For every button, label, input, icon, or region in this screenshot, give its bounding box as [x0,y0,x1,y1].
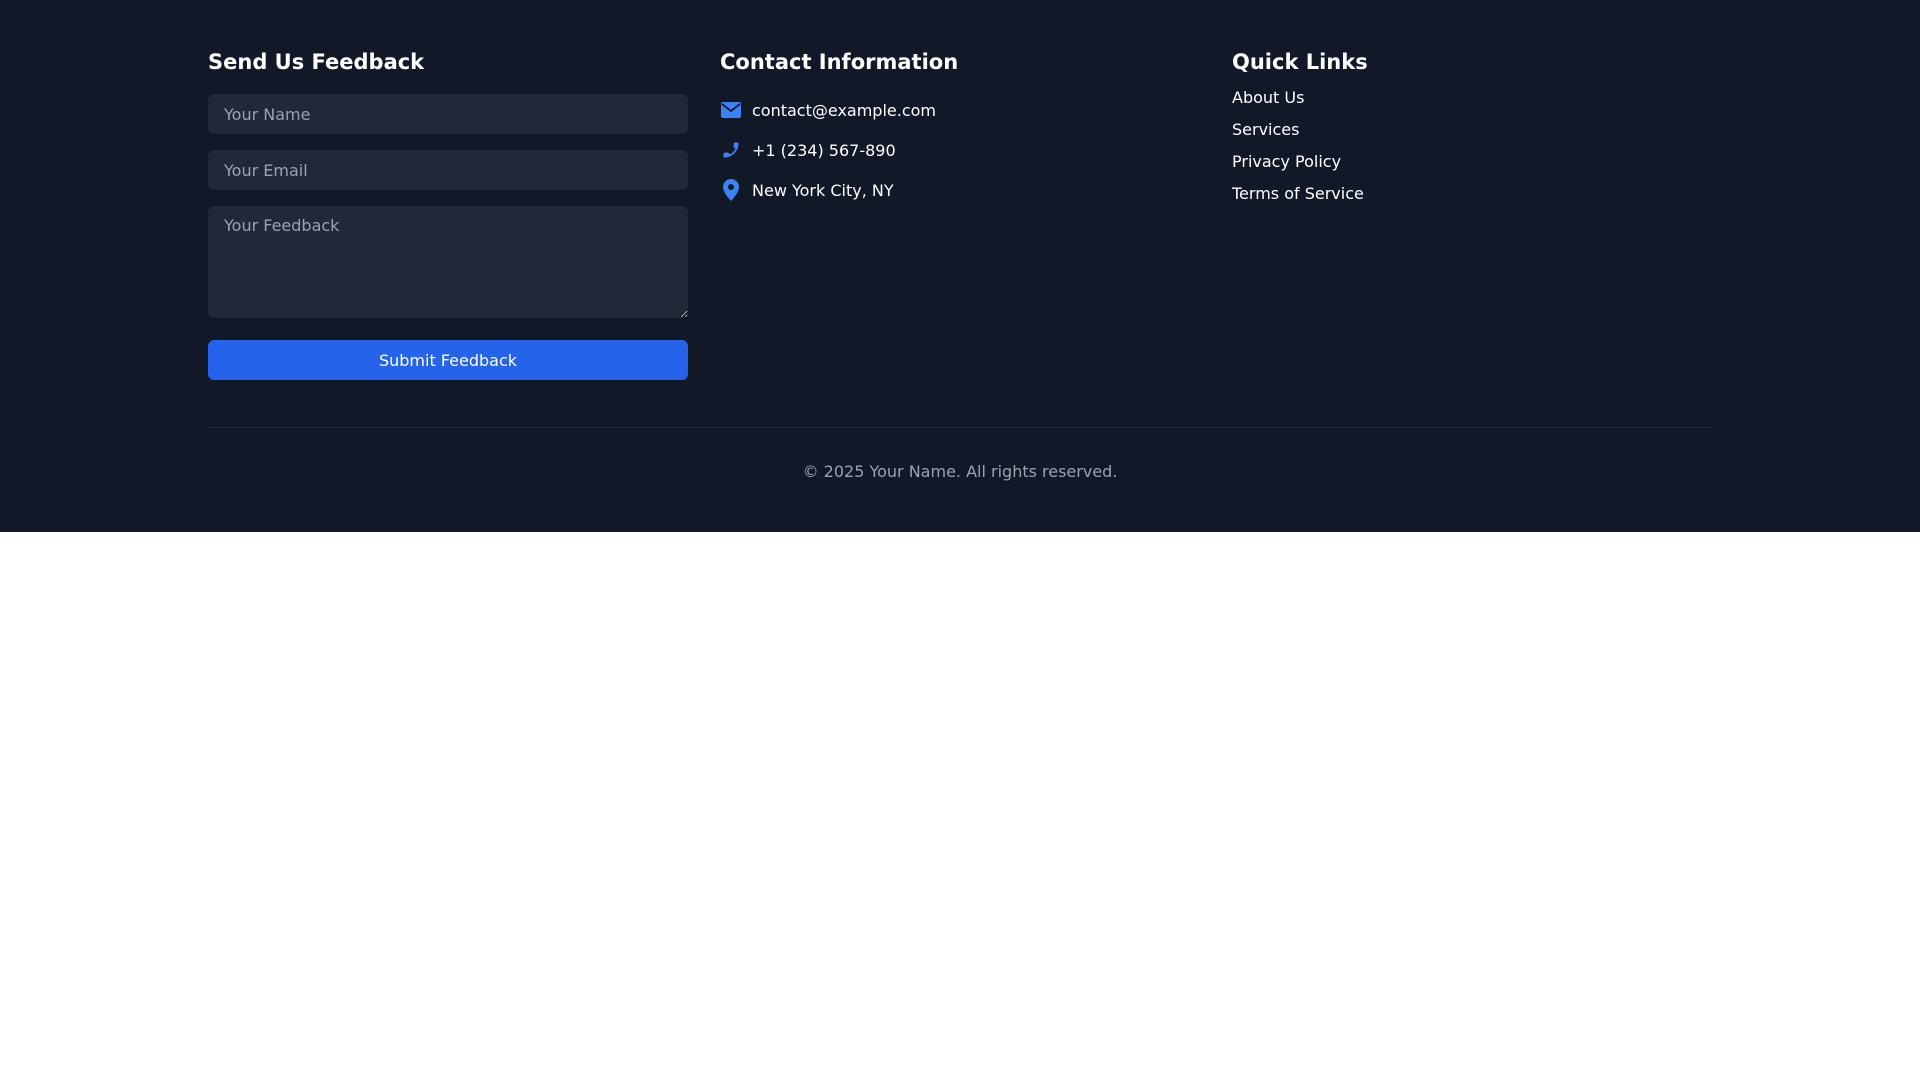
about-us-link[interactable]: About Us [1232,88,1304,107]
feedback-textarea[interactable] [208,206,688,318]
page-blank-area [0,532,1920,1080]
site-footer: Send Us Feedback Submit Feedback Contact… [0,0,1920,532]
footer-container: Send Us Feedback Submit Feedback Contact… [208,0,1712,481]
list-item: Privacy Policy [1232,150,1712,182]
quick-links-heading: Quick Links [1232,50,1368,74]
contact-list: contact@example.com +1 (234) 567-890 New… [720,94,1200,202]
footer-divider [208,427,1712,428]
contact-section: Contact Information contact@example.com [720,48,1200,380]
services-link[interactable]: Services [1232,120,1299,139]
list-item: About Us [1232,86,1712,118]
envelope-icon [720,99,742,121]
contact-phone-text: +1 (234) 567-890 [752,140,896,160]
contact-item-email: contact@example.com [720,98,1200,122]
list-item: Services [1232,118,1712,150]
submit-feedback-button[interactable]: Submit Feedback [208,340,688,380]
footer-columns: Send Us Feedback Submit Feedback Contact… [208,0,1712,380]
feedback-heading: Send Us Feedback [208,50,425,74]
feedback-form: Submit Feedback [208,94,688,380]
quick-links-list: About Us Services Privacy Policy Terms o… [1232,86,1712,214]
phone-icon [720,139,742,161]
contact-location-text: New York City, NY [752,180,894,200]
contact-item-location: New York City, NY [720,178,1200,202]
name-input[interactable] [208,94,688,134]
contact-heading: Contact Information [720,50,959,74]
privacy-policy-link[interactable]: Privacy Policy [1232,152,1341,171]
quick-links-section: Quick Links About Us Services Privacy Po… [1232,48,1712,380]
contact-item-phone: +1 (234) 567-890 [720,138,1200,162]
list-item: Terms of Service [1232,182,1712,214]
email-input[interactable] [208,150,688,190]
copyright-text: © 2025 Your Name. All rights reserved. [802,462,1118,481]
map-pin-icon [720,179,742,201]
terms-of-service-link[interactable]: Terms of Service [1232,184,1364,203]
contact-email-text: contact@example.com [752,100,936,120]
feedback-section: Send Us Feedback Submit Feedback [208,48,688,380]
